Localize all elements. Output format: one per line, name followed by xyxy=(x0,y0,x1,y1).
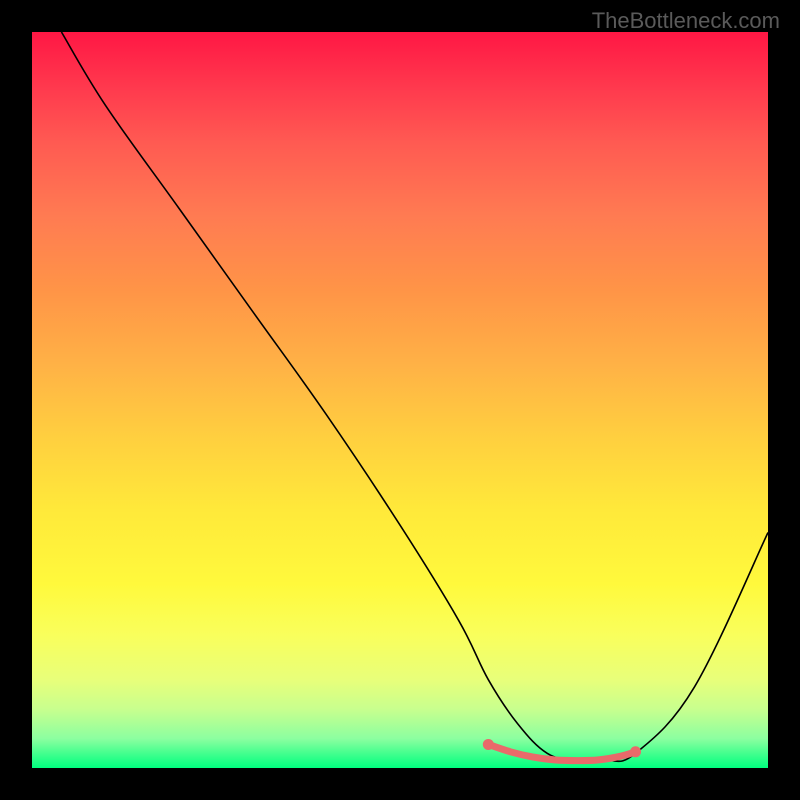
watermark-text: TheBottleneck.com xyxy=(592,8,780,34)
chart-svg xyxy=(32,32,768,768)
optimal-range-highlight xyxy=(488,744,635,760)
chart-gradient-background xyxy=(32,32,768,768)
highlight-end-dot xyxy=(483,739,494,750)
bottleneck-curve-line xyxy=(61,32,768,762)
highlight-end-dot xyxy=(630,746,641,757)
